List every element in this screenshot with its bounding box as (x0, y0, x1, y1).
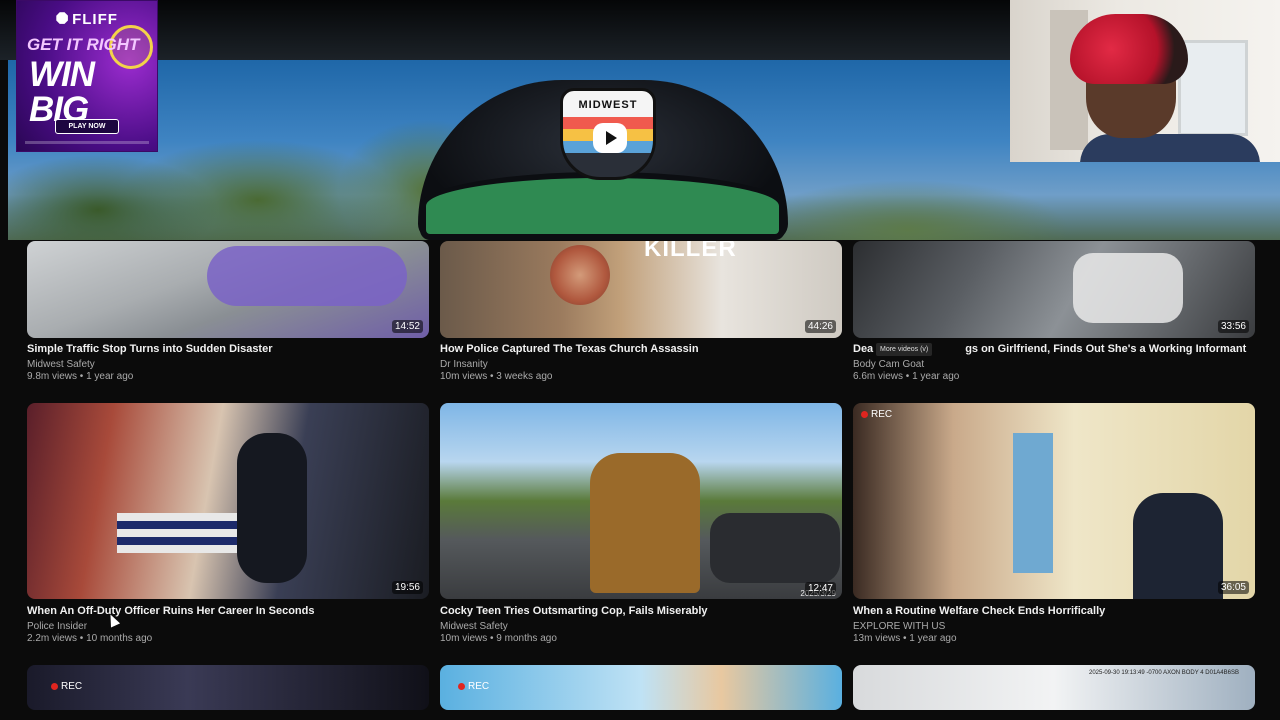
video-thumbnail[interactable]: 14:52 (27, 241, 429, 338)
thumbnail-shape (237, 433, 307, 583)
video-meta: 10m views • 3 weeks ago (440, 371, 553, 382)
video-player-end-screen: MIDWEST ⌄ ⯃FLIFF GET IT RIGHT WIN BIG PL… (0, 0, 1280, 720)
video-meta: 13m views • 1 year ago (853, 633, 957, 644)
video-thumbnail[interactable]: 33:56 (853, 241, 1255, 338)
video-card[interactable]: 14:52 Simple Traffic Stop Turns into Sud… (27, 241, 429, 386)
thumbnail-shape (1073, 253, 1183, 323)
video-duration: 12:47 (804, 582, 836, 595)
video-card[interactable]: REC (440, 665, 842, 710)
video-duration: 36:05 (1217, 581, 1249, 594)
ad-headline-2: WIN BIG (29, 55, 95, 129)
thumbnail-shape (550, 245, 610, 305)
video-duration: 33:56 (1217, 320, 1249, 333)
channel-name[interactable]: Midwest Safety (440, 621, 508, 632)
thumbnail-shape (1013, 433, 1053, 573)
video-card[interactable]: REC (27, 665, 429, 710)
streamer-shirt (1080, 134, 1260, 162)
video-title[interactable]: Simple Traffic Stop Turns into Sudden Di… (27, 343, 429, 355)
video-meta: 10m views • 9 months ago (440, 633, 557, 644)
video-title[interactable]: How Police Captured The Texas Church Ass… (440, 343, 842, 355)
video-card[interactable]: KILLER 44:26 How Police Captured The Tex… (440, 241, 842, 386)
video-title[interactable]: Cocky Teen Tries Outsmarting Cop, Fails … (440, 605, 842, 617)
video-thumbnail[interactable]: 2025-09-30 19:13:49 -0700 AXON BODY 4 D0… (853, 665, 1255, 710)
more-videos-tooltip: More videos (v) (876, 343, 933, 356)
video-thumbnail[interactable]: REC (440, 665, 842, 710)
ad-banner[interactable]: ⯃ FLIFF GET IT RIGHT WIN BIG PLAY NOW (16, 0, 158, 152)
video-card[interactable]: 33:56 Dea gs on Girlfriend, Finds Out She… (853, 241, 1255, 386)
channel-name[interactable]: Body Cam Goat (853, 359, 924, 370)
timestamp-overlay: 2025-09-30 19:13:49 -0700 AXON BODY 4 D0… (1089, 670, 1239, 676)
video-duration: 44:26 (804, 320, 836, 333)
ad-headline-1: GET IT RIGHT (27, 35, 140, 54)
thumbnail-overlay-text: KILLER (644, 241, 737, 262)
video-meta: 6.6m views • 1 year ago (853, 371, 960, 382)
fliff-logo-icon: ⯃ (56, 11, 70, 28)
video-meta: 2.2m views • 10 months ago (27, 633, 153, 644)
video-card[interactable]: 2025/3/29 12:47 Cocky Teen Tries Outsmar… (440, 403, 842, 648)
video-title[interactable]: When a Routine Welfare Check Ends Horrif… (853, 605, 1255, 617)
channel-name[interactable]: Midwest Safety (27, 359, 95, 370)
cap-logo-badge: MIDWEST (560, 88, 656, 180)
channel-name[interactable]: Dr Insanity (440, 359, 488, 370)
video-duration: 19:56 (391, 581, 423, 594)
video-title[interactable]: When An Off-Duty Officer Ruins Her Caree… (27, 605, 429, 617)
rec-indicator: REC (861, 409, 892, 420)
cap-brim (420, 172, 785, 240)
video-meta: 9.8m views • 1 year ago (27, 371, 134, 382)
streamer-hair (1070, 14, 1188, 84)
play-logo-icon (593, 123, 627, 153)
video-thumbnail[interactable]: REC (27, 665, 429, 710)
video-thumbnail[interactable]: 2025/3/29 12:47 (440, 403, 842, 599)
ad-fine-print (25, 141, 149, 144)
thumbnail-shape (1133, 493, 1223, 599)
ad-play-now-button[interactable]: PLAY NOW (55, 119, 119, 134)
video-card[interactable]: REC 36:05 When a Routine Welfare Check E… (853, 403, 1255, 648)
video-duration: 14:52 (391, 320, 423, 333)
channel-name[interactable]: EXPLORE WITH US (853, 621, 945, 632)
webcam-overlay (1010, 0, 1280, 162)
channel-name[interactable]: Police Insider (27, 621, 87, 632)
video-thumbnail[interactable]: REC 36:05 (853, 403, 1255, 599)
rec-indicator: REC (51, 681, 82, 692)
video-card[interactable]: 2025-09-30 19:13:49 -0700 AXON BODY 4 D0… (853, 665, 1255, 710)
thumbnail-shape (590, 453, 700, 593)
video-thumbnail[interactable]: 19:56 (27, 403, 429, 599)
thumbnail-shape (207, 246, 407, 306)
window (1178, 40, 1248, 136)
video-card[interactable]: 19:56 When An Off-Duty Officer Ruins Her… (27, 403, 429, 648)
video-thumbnail[interactable]: KILLER 44:26 (440, 241, 842, 338)
thumbnail-shape (710, 513, 840, 583)
cap-badge-text: MIDWEST (578, 99, 638, 111)
rec-indicator: REC (458, 681, 489, 692)
